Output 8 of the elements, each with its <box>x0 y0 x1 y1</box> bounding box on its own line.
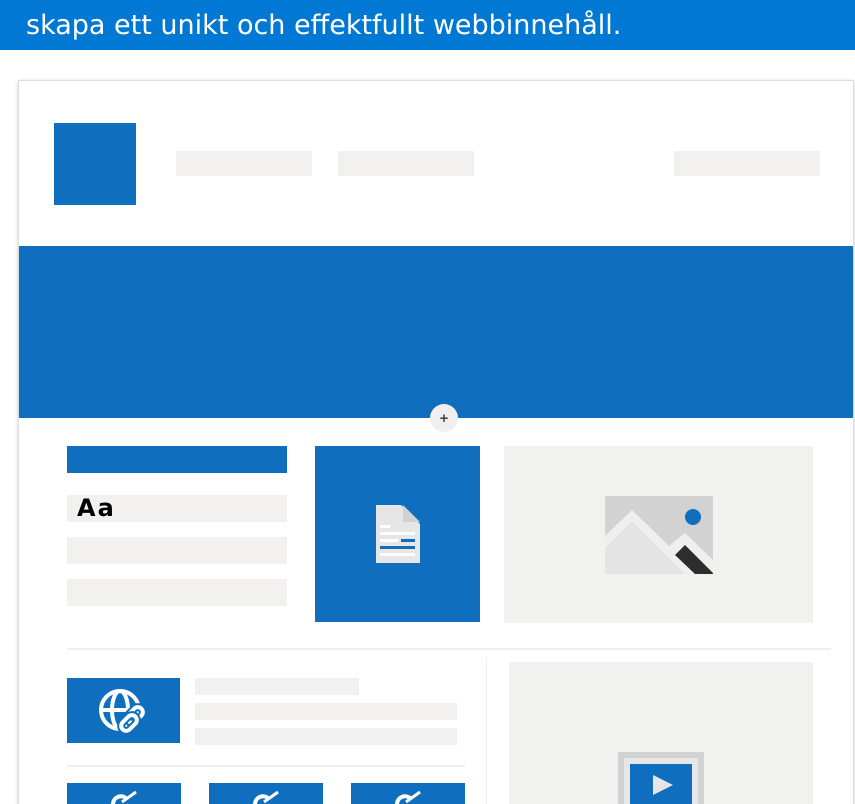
document-icon <box>376 505 420 563</box>
banner-text: skapa ett unikt och effektfullt webbinnehåll. <box>26 10 622 40</box>
text-sample: Aa <box>67 495 287 522</box>
link-icon <box>109 790 139 804</box>
image-icon <box>604 496 712 574</box>
add-section-button[interactable]: + <box>430 404 458 432</box>
link-icon <box>251 790 281 804</box>
link-icon <box>393 790 423 804</box>
